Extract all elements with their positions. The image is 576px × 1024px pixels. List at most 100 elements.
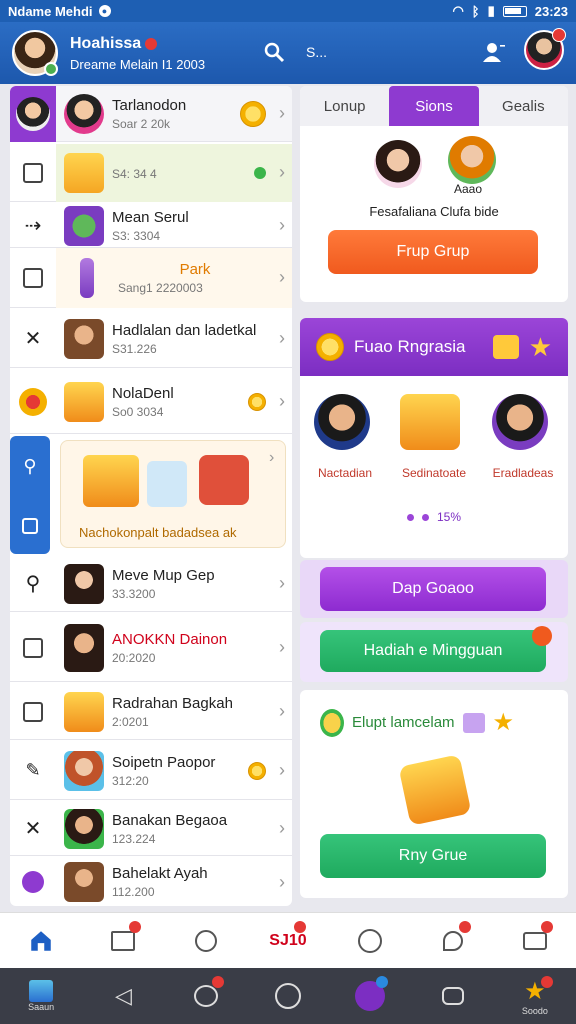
list-item[interactable]: ✕ Hadlalan dan ladetkal S31.226 › xyxy=(10,310,292,368)
list-item-subtitle: 2:0201 xyxy=(112,714,149,729)
center-nav-label: SJ10 xyxy=(269,931,307,949)
center-nav-item[interactable]: SJ10 xyxy=(268,920,308,961)
chevron-right-icon: › xyxy=(279,871,285,892)
camera-icon[interactable] xyxy=(515,920,555,961)
avatar xyxy=(64,750,104,791)
status-time: 23:23 xyxy=(534,3,568,19)
add-user-icon[interactable] xyxy=(482,40,506,64)
badge-icon xyxy=(19,387,47,416)
search-label[interactable]: S... xyxy=(306,44,327,60)
action-panel: Dap Goaoo xyxy=(300,560,568,618)
tab-gealis[interactable]: Gealis xyxy=(479,86,568,126)
list-item-subtitle: S3: 3304 xyxy=(112,228,161,243)
list-item-subtitle: So0 3034 xyxy=(112,404,164,419)
circle-icon[interactable] xyxy=(350,921,390,961)
list-item[interactable]: ANOKKN Dainon 20:2020 › xyxy=(10,614,292,682)
reward-label: Nactadian xyxy=(317,466,373,480)
figure-icon xyxy=(80,257,94,298)
search-icon[interactable]: ⚲ xyxy=(23,456,36,477)
house-icon xyxy=(29,980,54,1002)
join-group-button[interactable]: Frup Grup xyxy=(328,230,538,274)
list-item-subtitle: 112.200 xyxy=(112,885,155,899)
wifi-icon: ◠ xyxy=(452,3,464,18)
chevron-right-icon: › xyxy=(279,701,285,721)
star-shortcut[interactable]: ★ Soodo xyxy=(515,976,555,1016)
coin-icon xyxy=(240,100,266,127)
badge-icon xyxy=(129,920,142,933)
close-icon: ✕ xyxy=(24,818,42,840)
wallet-icon xyxy=(23,267,43,288)
chat-icon[interactable] xyxy=(433,976,473,1016)
gift-icon xyxy=(64,691,104,732)
list-item[interactable]: Tarlanodon Soar 2 20k › xyxy=(10,86,292,142)
battery-icon xyxy=(502,5,527,17)
list-item-subtitle: 33.3200 xyxy=(112,586,156,601)
char-label: Aaao xyxy=(454,182,483,196)
avatar xyxy=(64,93,104,134)
list-item[interactable]: NolaDenl So0 3034 › xyxy=(10,370,292,434)
list-item[interactable]: ✎ Soipetn Paopor 312:20 › xyxy=(10,742,292,800)
system-nav-bar: Saaun ◁ ★ Soodo xyxy=(0,968,576,1024)
list-item-subtitle: Sang1 2220003 xyxy=(118,280,203,295)
join-group-button[interactable]: Rny Grue xyxy=(320,834,546,878)
tag-icon[interactable] xyxy=(22,517,38,534)
list-icon[interactable] xyxy=(103,920,143,961)
search-icon[interactable] xyxy=(262,40,286,64)
chevron-right-icon: › xyxy=(279,215,285,235)
avatar xyxy=(374,140,422,188)
gift-icon xyxy=(64,381,104,422)
list-item-subtitle: 123.224 xyxy=(112,831,156,846)
secondary-avatar[interactable] xyxy=(524,28,566,70)
badge-icon xyxy=(458,920,471,933)
rewards-card: Fuao Rngrasia ★ Nactadian Sedinatoate Er… xyxy=(300,318,568,558)
avatar xyxy=(64,808,104,849)
weekly-gift-panel: Hadiah e Mingguan xyxy=(300,622,568,682)
search-icon[interactable] xyxy=(186,921,226,961)
offer-title: Elupt lamcelam xyxy=(352,714,455,731)
list-item-title: Mean Serul xyxy=(112,208,189,226)
list-item[interactable]: Bahelakt Ayah 112.200 › xyxy=(10,858,292,906)
home-circle-icon[interactable] xyxy=(268,976,308,1016)
notification-badge-icon xyxy=(532,626,552,646)
list-item-title: NolaDenl xyxy=(112,384,174,402)
list-item[interactable]: S4: 34 4 › xyxy=(10,144,292,202)
reward-label: Eradladeas xyxy=(492,466,554,480)
promo-item[interactable]: ⚲ › Nachokonpalt badadsea ak xyxy=(10,436,292,554)
tab-sions[interactable]: Sions xyxy=(389,86,479,126)
profile-subtitle: Dreame Melain I1 2003 xyxy=(70,56,206,72)
list-item-title: Bahelakt Ayah xyxy=(112,865,208,882)
avatar xyxy=(64,318,104,359)
trophy-icon xyxy=(147,461,187,507)
list-item[interactable]: Park Sang1 2220003 › xyxy=(10,248,292,308)
badge-icon xyxy=(552,28,566,42)
home-icon[interactable] xyxy=(21,921,61,961)
dap-goaoo-button[interactable]: Dap Goaoo xyxy=(320,567,546,611)
pin-icon[interactable] xyxy=(433,920,473,961)
gift-icon xyxy=(83,455,139,507)
list-item[interactable]: Radrahan Bagkah 2:0201 › xyxy=(10,684,292,740)
group-icon[interactable] xyxy=(350,976,390,1016)
home-shortcut[interactable]: Saaun xyxy=(21,976,61,1016)
group-offer-card: Elupt lamcelam ★ Rny Grue xyxy=(300,690,568,898)
profile-avatar[interactable] xyxy=(12,30,58,76)
list-item[interactable]: ✕ Banakan Begaoa 123.224 › xyxy=(10,802,292,856)
list-item[interactable]: ⚲ Meve Mup Gep 33.3200 › xyxy=(10,556,292,612)
avatar xyxy=(314,394,370,450)
list-item[interactable]: ⇢ Mean Serul S3: 3304 › xyxy=(10,204,292,248)
mascot-icon xyxy=(320,708,344,737)
edit-icon: ✎ xyxy=(25,760,41,780)
back-icon[interactable]: ◁ xyxy=(103,976,143,1016)
tab-lonup[interactable]: Lonup xyxy=(300,86,389,126)
online-indicator-icon xyxy=(44,62,58,76)
chevron-right-icon: › xyxy=(279,573,285,593)
weekly-gift-button[interactable]: Hadiah e Mingguan xyxy=(320,630,546,672)
list-item-subtitle: Soar 2 20k xyxy=(112,116,171,131)
document-icon xyxy=(23,162,43,183)
messages-icon[interactable] xyxy=(186,976,226,1016)
list-item-title: Park xyxy=(179,260,211,278)
bluetooth-icon: ᛒ xyxy=(471,3,480,19)
list-item-subtitle: 312:20 xyxy=(112,773,149,788)
chevron-right-icon: › xyxy=(279,162,285,182)
list-item-subtitle: S4: 34 4 xyxy=(112,167,157,181)
list-item-title: Banakan Begaoa xyxy=(112,811,228,829)
